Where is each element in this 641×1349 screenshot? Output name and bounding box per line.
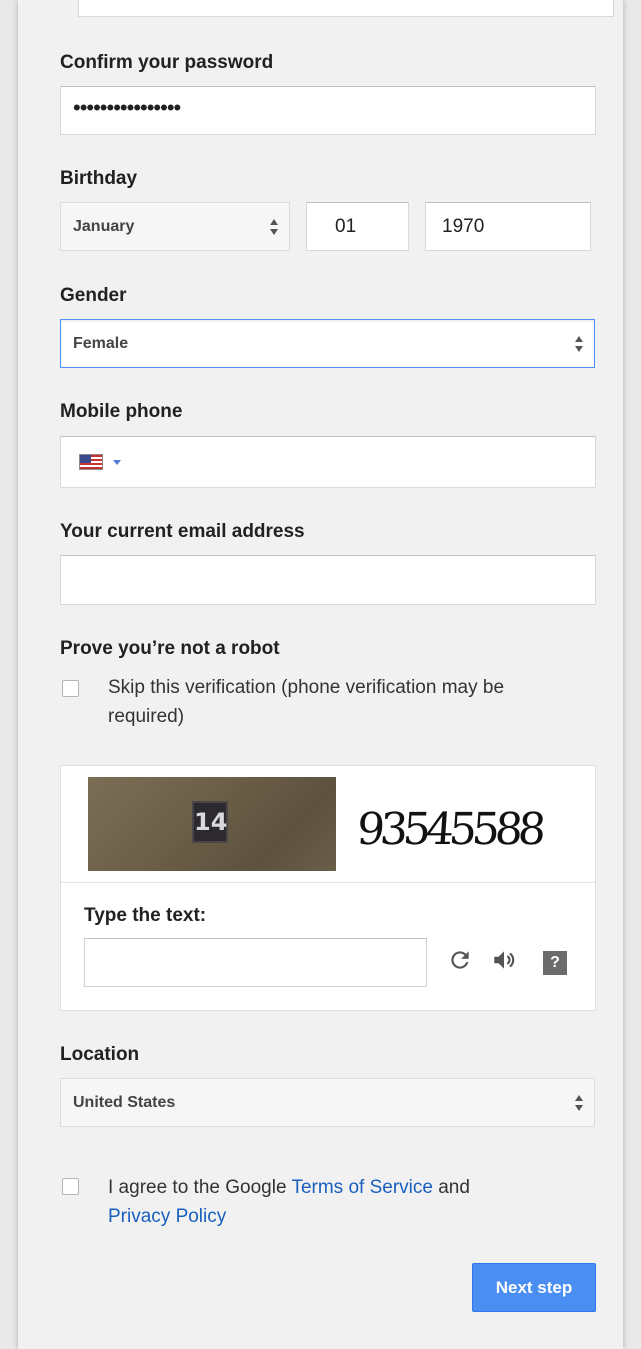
help-icon[interactable]: ? <box>543 951 567 975</box>
select-arrows-icon <box>269 218 279 235</box>
skip-verification-checkbox[interactable] <box>62 680 79 697</box>
birthday-month-value: January <box>73 217 135 235</box>
location-label: Location <box>60 1044 140 1065</box>
location-select[interactable]: United States <box>60 1078 595 1127</box>
next-step-button[interactable]: Next step <box>472 1263 596 1312</box>
birthday-day-value: 01 <box>335 215 357 237</box>
birthday-day-input[interactable]: 01 <box>306 202 409 251</box>
refresh-icon[interactable] <box>447 947 473 980</box>
captcha-divider <box>61 882 595 883</box>
skip-verification-line1: Skip this verification (phone verificati… <box>108 677 505 698</box>
terms-of-service-link[interactable]: Terms of Service <box>291 1177 432 1198</box>
current-email-label: Your current email address <box>60 521 305 542</box>
agree-and-text: and <box>438 1177 470 1198</box>
birthday-label: Birthday <box>60 168 138 189</box>
birthday-year-value: 1970 <box>442 215 485 237</box>
gender-select[interactable]: Female <box>60 319 595 368</box>
skip-verification-text: Skip this verification (phone verificati… <box>108 673 504 731</box>
agree-terms-checkbox[interactable] <box>62 1178 79 1195</box>
robot-label: Prove you’re not a robot <box>60 638 280 659</box>
select-arrows-icon <box>574 335 584 352</box>
gender-value: Female <box>73 334 129 352</box>
confirm-password-input[interactable]: •••••••••••••••• <box>60 86 596 135</box>
captcha-challenge-text: 93545588 <box>355 804 543 855</box>
agree-prefix-text: I agree to the Google <box>108 1177 287 1198</box>
birthday-month-select[interactable]: January <box>60 202 290 251</box>
gender-label: Gender <box>60 285 127 306</box>
select-arrows-icon <box>574 1094 584 1111</box>
password-dots: •••••••••••••••• <box>73 94 181 120</box>
agree-terms-text: I agree to the Google Terms of Service a… <box>108 1173 470 1231</box>
birthday-year-input[interactable]: 1970 <box>425 202 591 251</box>
current-email-input[interactable] <box>60 555 596 605</box>
password-field-stub[interactable] <box>78 0 614 17</box>
captcha-photo: 14 <box>88 777 336 871</box>
skip-verification-line2: required) <box>108 706 185 727</box>
mobile-phone-label: Mobile phone <box>60 401 183 422</box>
us-flag-icon[interactable] <box>79 454 103 470</box>
mobile-phone-input[interactable] <box>60 436 596 488</box>
captcha-house-number: 14 <box>192 801 228 843</box>
captcha-type-label: Type the text: <box>84 905 207 926</box>
privacy-policy-link[interactable]: Privacy Policy <box>108 1206 226 1227</box>
audio-icon[interactable] <box>491 947 517 980</box>
captcha-input[interactable] <box>84 938 427 987</box>
captcha-widget: 14 93545588 Type the text: ? <box>60 765 596 1011</box>
location-value: United States <box>73 1093 176 1111</box>
confirm-password-label: Confirm your password <box>60 52 274 73</box>
chevron-down-icon[interactable] <box>113 460 121 465</box>
